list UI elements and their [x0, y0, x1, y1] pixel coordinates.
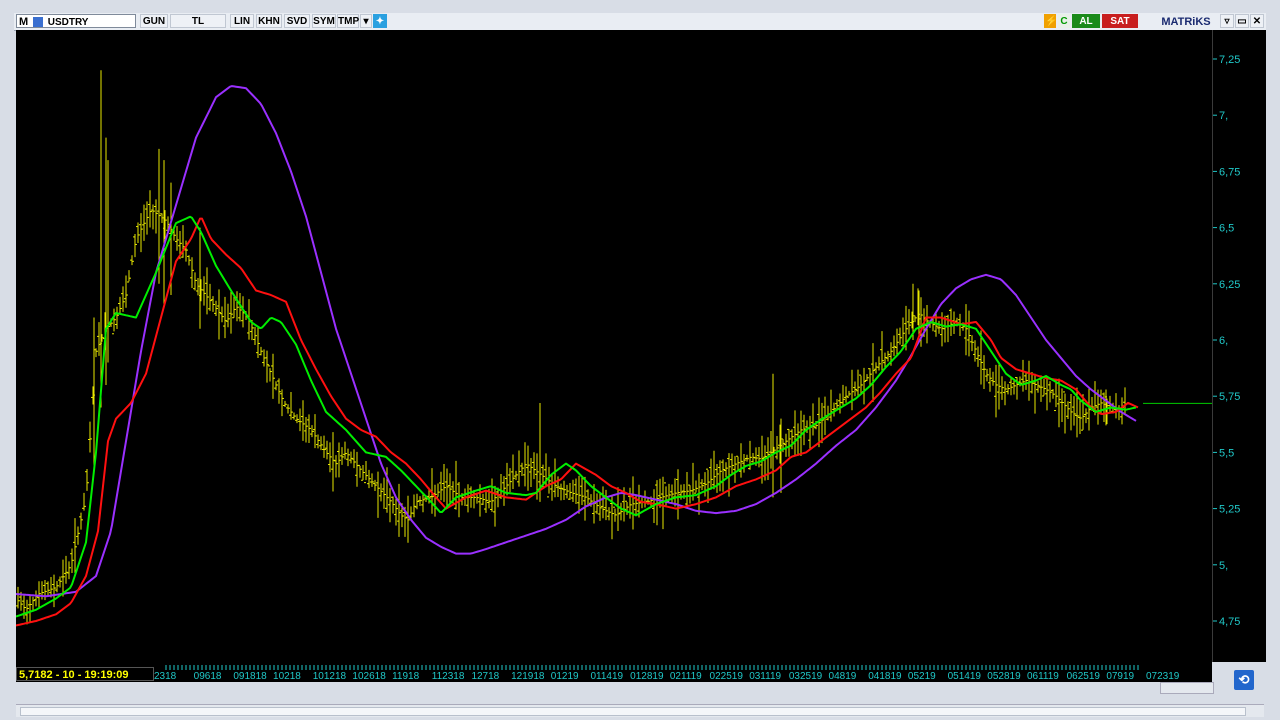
chart-toolbar: M USDTRY GUN TL LIN KHN SVD SYM TMP ▾ ✦ …	[14, 13, 1266, 31]
y-tick-label: 7,25	[1219, 54, 1240, 66]
y-tick-label: 5,25	[1219, 504, 1240, 516]
x-tick-label: 012819	[630, 671, 664, 682]
symbol-selector[interactable]: M USDTRY	[16, 14, 136, 28]
chart-window: M USDTRY GUN TL LIN KHN SVD SYM TMP ▾ ✦ …	[0, 0, 1280, 720]
twitter-icon[interactable]: ✦	[373, 14, 387, 28]
y-tick-label: 6,	[1219, 335, 1228, 347]
y-tick-label: 4,75	[1219, 616, 1240, 628]
x-tick-label: 031119	[749, 671, 781, 682]
moving-average-fast-line	[15, 215, 1137, 618]
x-tick-label: 07919	[1106, 671, 1134, 682]
lightning-icon[interactable]: ⚡	[1044, 14, 1057, 28]
buy-button[interactable]: AL	[1072, 14, 1100, 28]
x-tick-label: 101218	[313, 671, 347, 682]
currency-button[interactable]: TL	[170, 14, 226, 28]
x-tick-label: 05219	[908, 671, 936, 682]
time-axis[interactable]: 2318 09618 091818 10218 101218 102618 11918 112…	[16, 662, 1212, 682]
x-tick-label: 04819	[829, 671, 857, 682]
matriks-logo-icon: M	[19, 16, 29, 28]
x-tick-label: 12718	[471, 671, 499, 682]
x-tick-label: 01219	[551, 671, 579, 682]
scale-button[interactable]: LIN	[230, 14, 254, 28]
y-tick-label: 6,25	[1219, 279, 1240, 291]
x-tick-label: 011419	[590, 671, 623, 682]
khn-button[interactable]: KHN	[256, 14, 282, 28]
price-axis-canvas: 7,25 7, 6,75 6,5 6,25 6, 5,75 5,5 5,25 5, 4,75	[1213, 54, 1240, 628]
grid-icon	[32, 17, 43, 28]
x-tick-label: 091818	[233, 671, 267, 682]
period-button[interactable]: GUN	[140, 14, 168, 28]
x-tick-label: 021119	[670, 671, 702, 682]
x-tick-label: 022519	[710, 671, 744, 682]
y-tick-label: 5,5	[1219, 447, 1234, 459]
x-tick-label: 061119	[1027, 671, 1059, 682]
y-tick-label: 7,	[1219, 110, 1228, 122]
x-tick-label: 062519	[1067, 671, 1101, 682]
scrollbar-thumb[interactable]	[20, 707, 1246, 716]
x-tick-label: 052819	[987, 671, 1021, 682]
x-tick-label: 11918	[392, 671, 420, 682]
y-tick-label: 5,	[1219, 560, 1228, 572]
refresh-corner-icon[interactable]: ⟲	[1234, 670, 1254, 690]
minimize-icon[interactable]: ▿	[1220, 14, 1234, 28]
y-tick-label: 6,75	[1219, 166, 1240, 178]
x-tick-label: 051419	[948, 671, 982, 682]
price-readout: 5,7182 - 10 - 19:19:09	[16, 667, 154, 681]
horizontal-scrollbar[interactable]	[16, 704, 1264, 717]
svd-button[interactable]: SVD	[284, 14, 310, 28]
price-bars	[16, 70, 1127, 625]
x-tick-label: 10218	[273, 671, 301, 682]
y-tick-label: 6,5	[1219, 223, 1234, 235]
brand-logo: MATRiKS	[1161, 16, 1211, 28]
x-tick-label: 032519	[789, 671, 823, 682]
price-chart[interactable]	[15, 30, 1212, 662]
tmp-button[interactable]: TMP	[337, 14, 359, 28]
x-tick-label: 102618	[352, 671, 386, 682]
symbol-name: USDTRY	[47, 17, 89, 28]
sym-button[interactable]: SYM	[312, 14, 336, 28]
y-tick-label: 5,75	[1219, 391, 1240, 403]
dropdown-arrow-icon[interactable]: ▾	[360, 14, 372, 28]
refresh-icon[interactable]: C	[1058, 14, 1070, 28]
x-tick-label: 041819	[868, 671, 902, 682]
x-tick-label: 072319	[1146, 671, 1180, 682]
close-icon[interactable]: ✕	[1250, 14, 1264, 28]
x-tick-label: 09618	[194, 671, 222, 682]
x-tick-label: 121918	[511, 671, 545, 682]
restore-icon[interactable]: ▭	[1235, 14, 1249, 28]
sell-button[interactable]: SAT	[1102, 14, 1138, 28]
x-tick-label: 112318	[432, 671, 465, 682]
chart-canvas	[15, 70, 1212, 627]
axis-scrollbar[interactable]	[1160, 682, 1214, 694]
x-tick-label: 2318	[154, 671, 177, 682]
window-edge	[1266, 30, 1280, 720]
moving-average-slow-line	[15, 85, 1137, 598]
time-axis-canvas: 2318 09618 091818 10218 101218 102618 11918 112…	[154, 665, 1180, 682]
price-axis[interactable]: 7,25 7, 6,75 6,5 6,25 6, 5,75 5,5 5,25 5, 4,75	[1212, 30, 1267, 662]
